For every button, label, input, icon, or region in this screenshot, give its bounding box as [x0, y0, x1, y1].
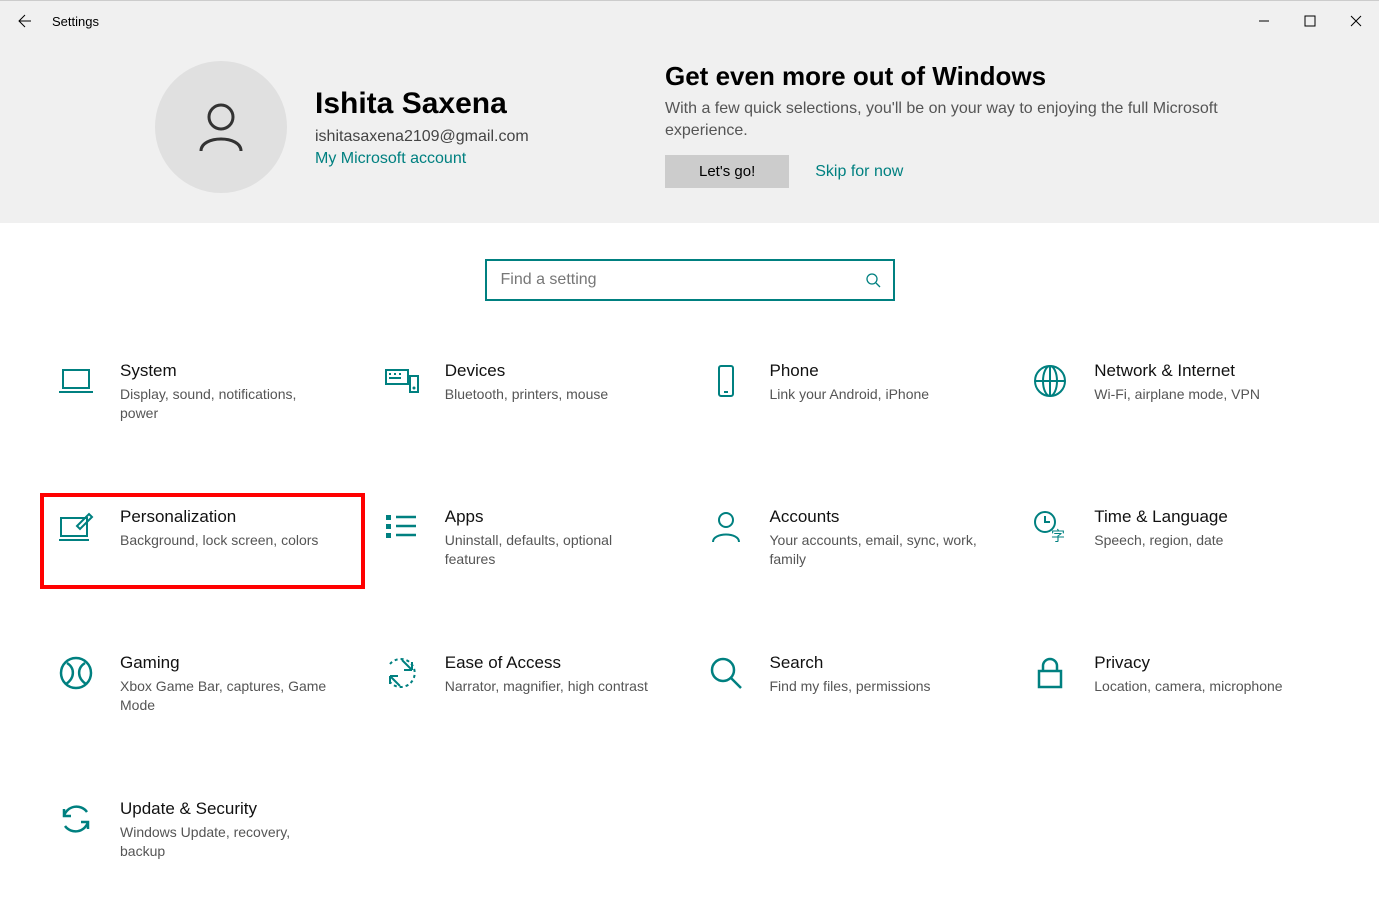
tile-desc: Uninstall, defaults, optional features [445, 531, 655, 569]
tile-apps[interactable]: Apps Uninstall, defaults, optional featu… [365, 493, 690, 589]
tile-desc: Location, camera, microphone [1094, 677, 1282, 696]
tile-devices[interactable]: Devices Bluetooth, printers, mouse [365, 347, 690, 443]
tile-desc: Your accounts, email, sync, work, family [770, 531, 980, 569]
tile-phone[interactable]: Phone Link your Android, iPhone [690, 347, 1015, 443]
tile-desc: Display, sound, notifications, power [120, 385, 330, 423]
tile-title: Search [770, 653, 931, 673]
phone-icon [706, 361, 746, 401]
tile-network[interactable]: Network & Internet Wi-Fi, airplane mode,… [1014, 347, 1339, 443]
tile-desc: Narrator, magnifier, high contrast [445, 677, 648, 696]
settings-grid: System Display, sound, notifications, po… [0, 347, 1379, 881]
tile-desc: Xbox Game Bar, captures, Game Mode [120, 677, 330, 715]
close-icon [1350, 15, 1362, 27]
header-section: Ishita Saxena ishitasaxena2109@gmail.com… [0, 41, 1379, 223]
person-outline-icon [706, 507, 746, 547]
sync-icon [56, 799, 96, 839]
tile-desc: Speech, region, date [1094, 531, 1228, 550]
search-input[interactable] [499, 270, 865, 290]
tile-title: Network & Internet [1094, 361, 1260, 381]
tile-time-language[interactable]: 字 Time & Language Speech, region, date [1014, 493, 1339, 589]
xbox-icon [56, 653, 96, 693]
tile-title: Ease of Access [445, 653, 648, 673]
arrow-left-icon [15, 13, 31, 29]
back-button[interactable] [0, 1, 46, 41]
magnifier-icon [706, 653, 746, 693]
tile-desc: Background, lock screen, colors [120, 531, 318, 550]
tile-title: Devices [445, 361, 608, 381]
tile-title: Update & Security [120, 799, 330, 819]
tile-title: Accounts [770, 507, 980, 527]
tile-title: Personalization [120, 507, 318, 527]
tile-desc: Find my files, permissions [770, 677, 931, 696]
lets-go-button[interactable]: Let's go! [665, 155, 789, 188]
minimize-icon [1258, 15, 1270, 27]
time-language-icon: 字 [1030, 507, 1070, 547]
promo-block: Get even more out of Windows With a few … [665, 61, 1285, 193]
tile-personalization[interactable]: Personalization Background, lock screen,… [40, 493, 365, 589]
tile-privacy[interactable]: Privacy Location, camera, microphone [1014, 639, 1339, 735]
skip-link[interactable]: Skip for now [815, 163, 903, 181]
globe-icon [1030, 361, 1070, 401]
tile-ease-of-access[interactable]: Ease of Access Narrator, magnifier, high… [365, 639, 690, 735]
tile-title: Phone [770, 361, 930, 381]
svg-text:字: 字 [1051, 528, 1065, 544]
tile-gaming[interactable]: Gaming Xbox Game Bar, captures, Game Mod… [40, 639, 365, 735]
tile-system[interactable]: System Display, sound, notifications, po… [40, 347, 365, 443]
window-title: Settings [52, 14, 99, 29]
titlebar: Settings [0, 1, 1379, 41]
laptop-icon [56, 361, 96, 401]
maximize-button[interactable] [1287, 1, 1333, 41]
tile-search[interactable]: Search Find my files, permissions [690, 639, 1015, 735]
search-box[interactable] [485, 259, 895, 301]
lock-icon [1030, 653, 1070, 693]
profile-block: Ishita Saxena ishitasaxena2109@gmail.com… [155, 61, 635, 193]
profile-name: Ishita Saxena [315, 86, 529, 122]
tile-accounts[interactable]: Accounts Your accounts, email, sync, wor… [690, 493, 1015, 589]
promo-title: Get even more out of Windows [665, 61, 1285, 92]
tile-title: Privacy [1094, 653, 1282, 673]
paint-icon [56, 507, 96, 547]
my-account-link[interactable]: My Microsoft account [315, 150, 529, 168]
tile-desc: Link your Android, iPhone [770, 385, 930, 404]
promo-body: With a few quick selections, you'll be o… [665, 98, 1285, 141]
person-icon [189, 95, 253, 159]
tile-desc: Bluetooth, printers, mouse [445, 385, 608, 404]
close-button[interactable] [1333, 1, 1379, 41]
tile-title: Apps [445, 507, 655, 527]
tile-title: Gaming [120, 653, 330, 673]
tile-title: Time & Language [1094, 507, 1228, 527]
tile-title: System [120, 361, 330, 381]
tile-update-security[interactable]: Update & Security Windows Update, recove… [40, 785, 365, 881]
ease-icon [381, 653, 421, 693]
apps-list-icon [381, 507, 421, 547]
tile-desc: Windows Update, recovery, backup [120, 823, 330, 861]
maximize-icon [1304, 15, 1316, 27]
avatar[interactable] [155, 61, 287, 193]
tile-desc: Wi-Fi, airplane mode, VPN [1094, 385, 1260, 404]
search-icon [865, 272, 881, 288]
minimize-button[interactable] [1241, 1, 1287, 41]
profile-email: ishitasaxena2109@gmail.com [315, 128, 529, 146]
keyboard-icon [381, 361, 421, 401]
